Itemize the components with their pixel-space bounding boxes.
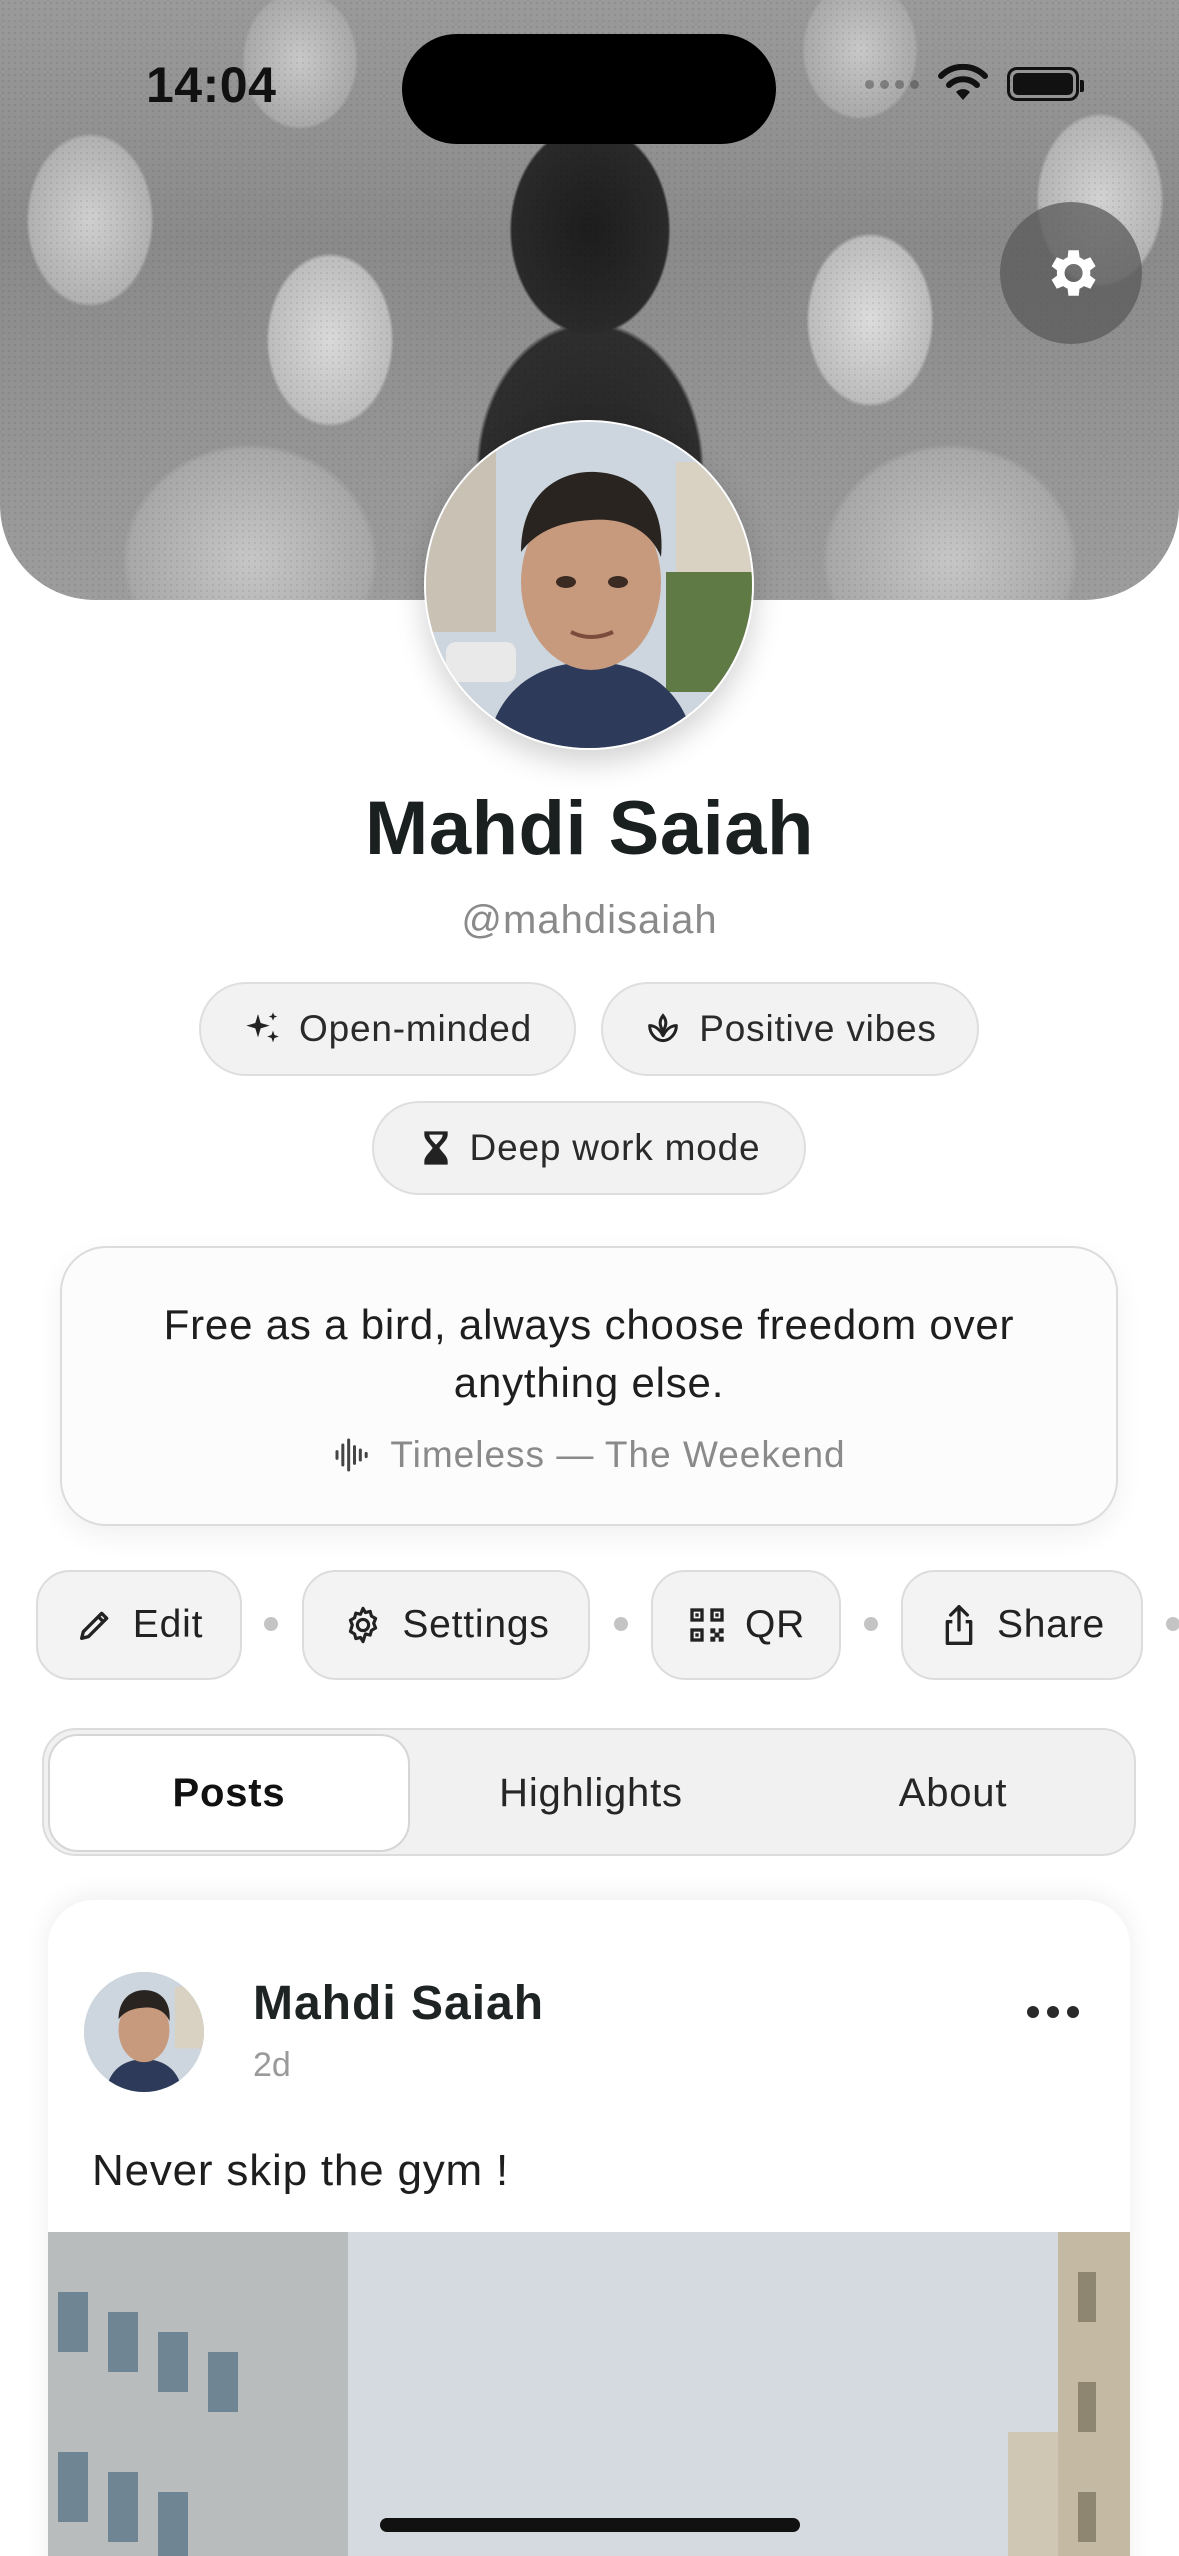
post-card: Mahdi Saiah 2d Never skip the gym ! (48, 1900, 1130, 2556)
separator-dot (864, 1617, 878, 1631)
profile-name: Mahdi Saiah (365, 786, 814, 871)
profile-handle: @mahdisaiah (461, 898, 718, 942)
status-time: 14:04 (146, 57, 277, 113)
chip-label: Positive vibes (699, 1008, 937, 1049)
home-indicator[interactable] (380, 2518, 800, 2532)
chip-deep-work-mode[interactable]: Deep work mode (372, 1101, 806, 1195)
share-button[interactable]: Share (901, 1570, 1143, 1680)
hourglass-icon (423, 1131, 448, 1165)
status-icons (865, 64, 1084, 104)
qr-label: QR (744, 1603, 806, 1646)
bio-song[interactable]: Timeless — The Weekend (62, 1434, 1116, 1476)
lotus-icon (648, 1013, 679, 1043)
post-image[interactable] (48, 2232, 1130, 2556)
pencil-icon (79, 1611, 109, 1640)
edit-button[interactable]: Edit (36, 1570, 242, 1680)
share-label: Share (996, 1603, 1106, 1646)
chip-open-minded[interactable]: Open-minded (199, 982, 576, 1076)
bio-text: Free as a bird, always choose freedom ov… (163, 1301, 1015, 1406)
song-label: Timeless — The Weekend (390, 1434, 846, 1475)
settings-button[interactable]: Settings (302, 1570, 590, 1680)
separator-dot (264, 1617, 278, 1631)
wifi-icon (938, 64, 988, 100)
dynamic-island (402, 34, 776, 144)
post-timestamp: 2d (253, 2046, 291, 2084)
avatar-photo (84, 1972, 204, 2092)
more-horizontal-icon (1027, 2006, 1079, 2018)
gear-icon (349, 1606, 378, 1644)
tab-posts[interactable]: Posts (48, 1734, 410, 1852)
gear-icon (1051, 250, 1096, 296)
waveform-icon (335, 1438, 369, 1472)
post-more-button[interactable] (1026, 2004, 1080, 2025)
qr-code-icon (690, 1608, 724, 1642)
tab-about[interactable]: About (772, 1734, 1134, 1852)
qr-button[interactable]: QR (651, 1570, 841, 1680)
settings-label: Settings (402, 1603, 550, 1646)
edit-label: Edit (132, 1603, 204, 1646)
post-photo (48, 2232, 1130, 2556)
bio-card: Free as a bird, always choose freedom ov… (60, 1246, 1118, 1526)
chip-label: Deep work mode (469, 1127, 761, 1168)
sparkles-icon (246, 1012, 279, 1043)
post-author-name[interactable]: Mahdi Saiah (253, 1976, 544, 2031)
cellular-signal-icon (865, 79, 919, 89)
post-author-avatar[interactable] (84, 1972, 204, 2092)
share-icon (945, 1604, 973, 1645)
cover-settings-button[interactable] (1000, 202, 1142, 344)
separator-dot (1166, 1617, 1179, 1631)
separator-dot (614, 1617, 628, 1631)
avatar-photo (426, 422, 752, 748)
chip-positive-vibes[interactable]: Positive vibes (601, 982, 979, 1076)
tab-highlights[interactable]: Highlights (410, 1734, 772, 1852)
chip-label: Open-minded (299, 1008, 532, 1049)
profile-tabs: Posts Highlights About (42, 1728, 1136, 1856)
post-text: Never skip the gym ! (92, 2146, 510, 2195)
profile-avatar[interactable] (424, 420, 754, 750)
battery-icon (1007, 67, 1084, 101)
